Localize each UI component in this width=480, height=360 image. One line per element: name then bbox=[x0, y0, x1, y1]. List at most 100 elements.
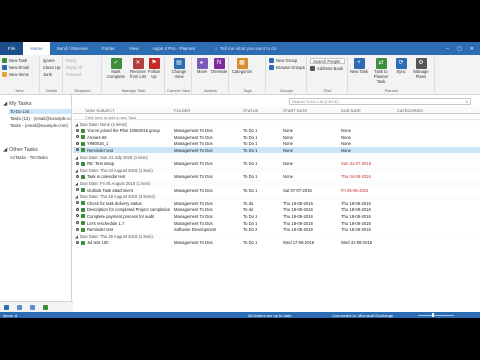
forward-button[interactable]: Forward bbox=[64, 71, 101, 78]
task-row[interactable]: Reminder test Management To Dos To Do 1 Non… bbox=[73, 147, 480, 154]
complete-checkbox[interactable] bbox=[76, 221, 79, 224]
nav-item-tasks[interactable]: Tasks - (email@example.com) bbox=[9, 123, 71, 128]
complete-checkbox[interactable] bbox=[76, 188, 79, 191]
task-subject: Arrears 66 bbox=[87, 134, 107, 140]
browse-groups-button[interactable]: Browse Groups bbox=[267, 64, 306, 71]
tell-me-box[interactable]: ♀ Tell me what you want to do bbox=[214, 46, 276, 51]
new-items-button[interactable]: New Items bbox=[0, 71, 39, 78]
zoom-slider[interactable] bbox=[418, 313, 454, 317]
cleanup-button[interactable]: Clean Up bbox=[41, 64, 62, 71]
people-icon[interactable] bbox=[30, 304, 35, 310]
task-row[interactable]: Jul test 100 Management To Dos To Do 1 Wed … bbox=[73, 240, 480, 246]
complete-checkbox[interactable] bbox=[76, 174, 79, 178]
task-subject: Complete payment process for audit bbox=[87, 213, 155, 219]
complete-checkbox[interactable] bbox=[76, 207, 79, 211]
column-categories[interactable]: CATEGORIES bbox=[397, 108, 423, 113]
onenote-button[interactable]: N OneNote bbox=[210, 58, 228, 75]
tab-file[interactable]: File bbox=[0, 42, 24, 55]
letterbox-bottom bbox=[0, 318, 480, 360]
move-button[interactable]: ▸ Move bbox=[193, 58, 211, 75]
group-header[interactable]: ◢ Due Date: Thu 25 August 2016 (1 item) bbox=[73, 233, 480, 240]
task-folder: Management To Dos bbox=[174, 161, 213, 167]
task-row[interactable]: Reminder test Software Development To Do 2… bbox=[73, 227, 480, 233]
complete-checkbox[interactable] bbox=[76, 148, 79, 152]
complete-checkbox[interactable] bbox=[76, 240, 79, 244]
column-subject[interactable]: TASK SUBJECT bbox=[85, 108, 115, 113]
column-due-date[interactable]: DUE DATE bbox=[341, 108, 361, 113]
column-status[interactable]: STATUS bbox=[243, 108, 258, 113]
planner-new-task-button[interactable]: + New Task bbox=[349, 58, 369, 75]
categorize-button[interactable]: ▦ Categorize bbox=[230, 58, 254, 75]
complete-checkbox[interactable] bbox=[76, 135, 79, 139]
group-header[interactable]: ◢ Due Date: Sun 31 July 2016 (1 item) bbox=[73, 154, 480, 160]
expand-icon[interactable]: ◢ bbox=[75, 122, 78, 127]
reply-button[interactable]: Reply bbox=[64, 57, 101, 64]
tab-view[interactable]: View bbox=[122, 42, 146, 55]
task-to-planner-button[interactable]: ⇄ Task to Planner Task bbox=[369, 58, 393, 84]
reply-all-button[interactable]: Reply All bbox=[64, 64, 101, 71]
complete-checkbox[interactable] bbox=[76, 201, 79, 205]
new-task-button[interactable]: New Task bbox=[0, 57, 39, 64]
junk-button[interactable]: Junk bbox=[41, 71, 62, 78]
expand-icon[interactable]: ◢ bbox=[75, 155, 78, 160]
ignore-button[interactable]: Ignore bbox=[41, 57, 62, 64]
complete-checkbox[interactable] bbox=[76, 227, 79, 231]
search-people-input[interactable]: Search People bbox=[310, 58, 345, 64]
calendar-icon[interactable] bbox=[17, 304, 22, 310]
task-row[interactable]: Task in calendar test Management To Dos To… bbox=[73, 174, 480, 180]
expand-icon[interactable]: ◢ bbox=[75, 234, 78, 239]
task-due: Sun 31-07-2016 bbox=[341, 161, 372, 167]
sync-button[interactable]: ⟳ Sync bbox=[393, 58, 409, 75]
zoom-slider-knob[interactable] bbox=[432, 313, 434, 317]
tab-folder[interactable]: Folder bbox=[95, 42, 122, 55]
other-tasks-header[interactable]: ◢ Other Tasks bbox=[3, 147, 38, 153]
manage-plans-button[interactable]: ⚙ Manage Plans bbox=[409, 58, 433, 80]
group-tags: ▦ Categorize Tags bbox=[230, 57, 266, 93]
group-header[interactable]: ◢ Due Date: None (4 items) bbox=[73, 121, 480, 127]
expand-icon[interactable]: ◢ bbox=[75, 181, 78, 186]
task-row[interactable]: Y980016_1 Management To Dos To Do 1 None Non… bbox=[73, 141, 480, 147]
group-header[interactable]: ◢ Due Date: Thu 04 August 2016 (1 item) bbox=[73, 167, 480, 174]
tab-home[interactable]: Home bbox=[23, 42, 50, 55]
expand-icon[interactable]: ◢ bbox=[75, 168, 78, 173]
complete-checkbox[interactable] bbox=[76, 161, 79, 165]
task-due: Thu 18-08-2016 bbox=[341, 227, 371, 233]
task-row[interactable]: Check for task delivery status Management… bbox=[73, 200, 480, 206]
column-folder[interactable]: FOLDER bbox=[174, 108, 190, 113]
mark-complete-button[interactable]: ✓ Mark Complete bbox=[105, 58, 127, 80]
complete-checkbox[interactable] bbox=[76, 128, 79, 132]
complete-checkbox[interactable] bbox=[76, 214, 79, 218]
minimize-icon[interactable]: – bbox=[446, 46, 449, 52]
task-row[interactable]: Let's reschedule 1.7 Management To Dos To … bbox=[73, 220, 480, 226]
task-row[interactable]: Description for completed Project comple… bbox=[73, 207, 480, 213]
maximize-icon[interactable]: ▢ bbox=[457, 46, 462, 52]
new-email-button[interactable]: New Email bbox=[0, 64, 39, 71]
tab-apps4pro-planner[interactable]: Apps 4 Pro - Planner bbox=[146, 42, 203, 55]
task-row[interactable]: RE: Test setup Management To Dos To Do 1 No… bbox=[73, 161, 480, 167]
tab-send-receive[interactable]: Send / Receive bbox=[50, 42, 95, 55]
group-header[interactable]: ◢ Due Date: Fri 05 August 2016 (1 item) bbox=[73, 180, 480, 187]
group-header[interactable]: ◢ Due Date: Thu 18 August 2016 (3 items) bbox=[73, 193, 480, 200]
column-start-date[interactable]: START DATE bbox=[283, 108, 307, 113]
my-tasks-header[interactable]: ◢ My Tasks bbox=[3, 101, 32, 107]
nav-item-tasks-12[interactable]: Tasks (12) - (email@example.com) bbox=[9, 116, 71, 121]
expand-icon[interactable]: ◢ bbox=[75, 194, 78, 199]
tasks-icon[interactable] bbox=[43, 304, 48, 310]
close-icon[interactable]: ✕ bbox=[470, 46, 474, 52]
address-book-button[interactable]: Address Book bbox=[308, 65, 347, 72]
task-row[interactable]: Complete payment process for audit Manage… bbox=[73, 213, 480, 219]
new-group-button[interactable]: New Group bbox=[267, 57, 306, 64]
follow-up-button[interactable]: ⚑ Follow Up bbox=[145, 58, 163, 80]
task-row[interactable]: Arrears 66 Management To Dos To Do 1 None No… bbox=[73, 134, 480, 140]
nav-item-other[interactable]: AzTasks - TimTasks bbox=[9, 155, 71, 160]
task-start: None bbox=[283, 174, 294, 180]
search-input[interactable]: Search To-Do List (Ctrl+E) ⌕ bbox=[289, 98, 471, 105]
complete-checkbox[interactable] bbox=[76, 141, 79, 145]
task-row[interactable]: Outlook Task attachment Management To Dos… bbox=[73, 187, 480, 193]
change-view-button[interactable]: ▤ Change View bbox=[168, 58, 190, 80]
mail-icon[interactable] bbox=[4, 304, 9, 310]
add-new-task-row[interactable]: Click here to add a new Task bbox=[73, 114, 480, 120]
task-row[interactable]: You've joined the Plan 10082016 group Man… bbox=[73, 128, 480, 134]
nav-item-todo-list[interactable]: To-Do List bbox=[9, 109, 71, 114]
task-icon bbox=[81, 201, 85, 206]
